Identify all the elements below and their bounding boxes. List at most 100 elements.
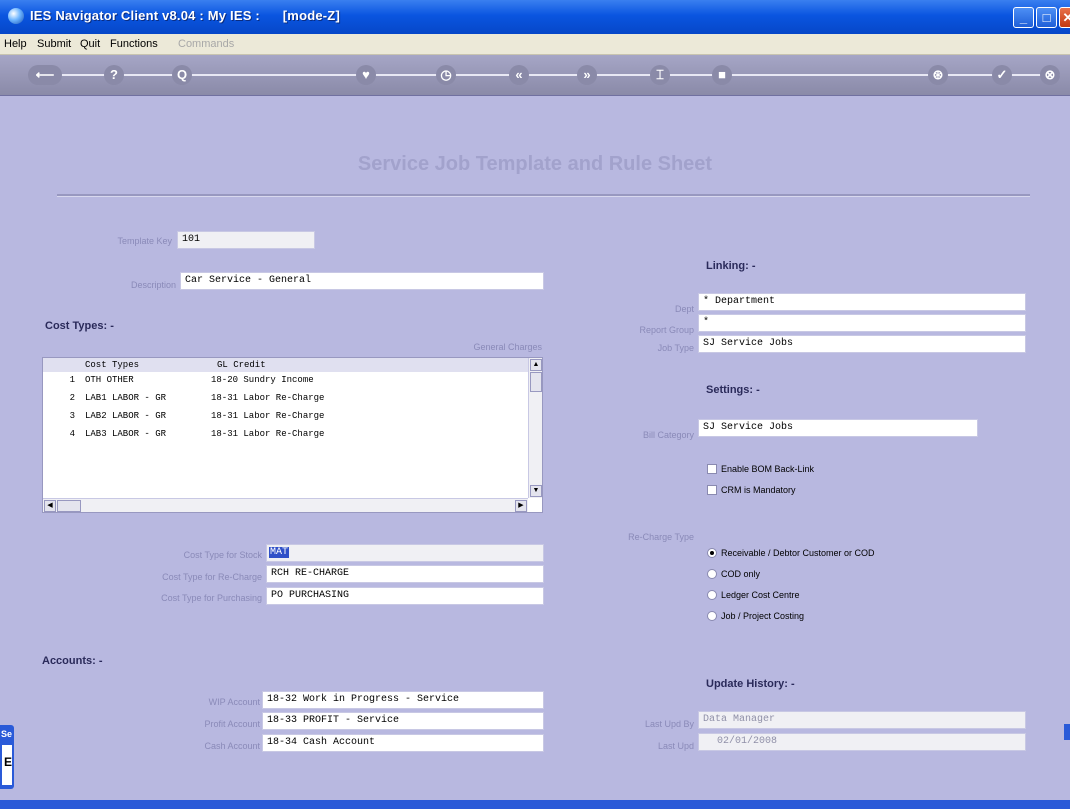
cost-types-grid[interactable]: Cost Types GL Credit 1 OTH OTHER 18-20 S… bbox=[42, 357, 543, 513]
profit-account-label: Profit Account bbox=[204, 719, 260, 729]
app-icon bbox=[8, 8, 24, 24]
report-group-field[interactable]: * bbox=[698, 314, 1026, 332]
scroll-thumb[interactable] bbox=[530, 372, 542, 392]
scroll-left-icon[interactable]: ◀ bbox=[44, 500, 56, 512]
linking-heading: Linking: - bbox=[706, 260, 756, 272]
recharge-type-label: Re-Charge Type bbox=[628, 532, 694, 542]
last-upd-label: Last Upd bbox=[657, 741, 694, 751]
help-icon[interactable]: ? bbox=[104, 65, 124, 85]
menu-quit[interactable]: Quit bbox=[80, 38, 100, 50]
stock-cost-type-value: MAT bbox=[269, 547, 290, 558]
text-cursor-icon[interactable]: ⌶ bbox=[650, 65, 670, 85]
last-upd-by-label: Last Upd By bbox=[644, 719, 694, 729]
cost-type-cell[interactable]: LAB3 LABOR - GR bbox=[85, 429, 166, 439]
scroll-right-icon[interactable]: ▶ bbox=[515, 500, 527, 512]
app-window: IES Navigator Client v8.04 : My IES : [m… bbox=[0, 0, 1070, 809]
gl-credit-cell[interactable]: 18-31 Labor Re-Charge bbox=[211, 411, 324, 421]
column-header-gl-credit: GL Credit bbox=[217, 360, 266, 370]
recharge-job-radio[interactable] bbox=[707, 611, 717, 621]
back-icon[interactable]: ⟵ bbox=[28, 65, 62, 85]
confirm-icon[interactable]: ✓ bbox=[992, 65, 1012, 85]
stock-cost-type-label: Cost Type for Stock bbox=[183, 550, 262, 560]
description-label: Description bbox=[130, 280, 176, 290]
purchasing-cost-type-field[interactable]: PO PURCHASING bbox=[266, 587, 544, 605]
toolbar: ⟵ ? Q ♥ ◷ « » ⌶ ■ ⊛ ✓ ⊗ bbox=[0, 55, 1070, 96]
side-task-tab-label: Se bbox=[1, 729, 13, 739]
title-bar[interactable]: IES Navigator Client v8.04 : My IES : [m… bbox=[0, 0, 1070, 34]
horizontal-scrollbar[interactable]: ◀ ▶ bbox=[43, 498, 528, 512]
grid-header: Cost Types GL Credit bbox=[43, 358, 528, 372]
wip-account-field[interactable]: 18-32 Work in Progress - Service bbox=[262, 691, 544, 709]
gl-credit-cell[interactable]: 18-31 Labor Re-Charge bbox=[211, 429, 324, 439]
stock-cost-type-field[interactable]: MAT bbox=[266, 544, 544, 562]
menu-help[interactable]: Help bbox=[4, 38, 27, 50]
cost-type-cell[interactable]: LAB1 LABOR - GR bbox=[85, 393, 166, 403]
title-divider bbox=[57, 194, 1030, 197]
update-history-heading: Update History: - bbox=[706, 678, 795, 690]
next-icon[interactable]: » bbox=[577, 65, 597, 85]
enable-bom-checkbox[interactable] bbox=[707, 464, 717, 474]
table-row[interactable]: 3 LAB2 LABOR - GR 18-31 Labor Re-Charge bbox=[43, 408, 528, 426]
right-edge-tab[interactable] bbox=[1064, 724, 1070, 740]
cancel-icon[interactable]: ⊗ bbox=[1040, 65, 1060, 85]
favorite-icon[interactable]: ♥ bbox=[356, 65, 376, 85]
gl-credit-cell[interactable]: 18-20 Sundry Income bbox=[211, 375, 314, 385]
scroll-up-icon[interactable]: ▲ bbox=[530, 359, 542, 371]
dept-field[interactable]: * Department bbox=[698, 293, 1026, 311]
history-icon[interactable]: ◷ bbox=[436, 65, 456, 85]
row-number: 4 bbox=[69, 429, 75, 439]
page-title: Service Job Template and Rule Sheet bbox=[357, 153, 713, 175]
gl-credit-cell[interactable]: 18-31 Labor Re-Charge bbox=[211, 393, 324, 403]
wip-account-label: WIP Account bbox=[208, 697, 260, 707]
template-key-label: Template Key bbox=[117, 236, 172, 246]
profit-account-field[interactable]: 18-33 PROFIT - Service bbox=[262, 712, 544, 730]
recharge-receivable-label: Receivable / Debtor Customer or COD bbox=[721, 548, 875, 558]
stop-icon[interactable]: ■ bbox=[712, 65, 732, 85]
menu-bar: Help Submit Quit Functions Commands bbox=[0, 34, 1070, 55]
row-number: 1 bbox=[69, 375, 75, 385]
column-header-cost-types: Cost Types bbox=[85, 360, 140, 370]
recharge-cod-label: COD only bbox=[721, 569, 761, 579]
vertical-scrollbar[interactable]: ▲ ▼ bbox=[528, 358, 542, 498]
scroll-thumb[interactable] bbox=[57, 500, 81, 512]
table-row[interactable]: 1 OTH OTHER 18-20 Sundry Income bbox=[43, 372, 528, 390]
cost-type-cell[interactable]: LAB2 LABOR - GR bbox=[85, 411, 166, 421]
window-title: IES Navigator Client v8.04 : My IES : [m… bbox=[30, 8, 340, 23]
recharge-job-label: Job / Project Costing bbox=[721, 611, 805, 621]
crm-mandatory-label: CRM is Mandatory bbox=[721, 485, 796, 495]
recharge-ledger-radio[interactable] bbox=[707, 590, 717, 600]
close-button[interactable]: ✕ bbox=[1059, 7, 1070, 28]
menu-functions[interactable]: Functions bbox=[110, 38, 158, 50]
minimize-button[interactable]: _ bbox=[1013, 7, 1034, 28]
search-icon[interactable]: Q bbox=[172, 65, 192, 85]
recharge-cost-type-label: Cost Type for Re-Charge bbox=[162, 572, 262, 582]
table-row[interactable]: 2 LAB1 LABOR - GR 18-31 Labor Re-Charge bbox=[43, 390, 528, 408]
side-task-tab[interactable]: Se E bbox=[0, 725, 14, 789]
job-type-label: Job Type bbox=[657, 343, 694, 353]
settings-heading: Settings: - bbox=[706, 384, 760, 396]
dept-label: Dept bbox=[674, 304, 694, 314]
menu-commands: Commands bbox=[178, 38, 235, 50]
cost-type-cell[interactable]: OTH OTHER bbox=[85, 375, 134, 385]
menu-submit[interactable]: Submit bbox=[37, 38, 71, 50]
description-field[interactable]: Car Service - General bbox=[180, 272, 544, 290]
recharge-receivable-radio[interactable] bbox=[707, 548, 717, 558]
table-row[interactable]: 4 LAB3 LABOR - GR 18-31 Labor Re-Charge bbox=[43, 426, 528, 444]
bill-category-label: Bill Category bbox=[642, 430, 694, 440]
settings-icon[interactable]: ⊛ bbox=[928, 65, 948, 85]
recharge-cod-radio[interactable] bbox=[707, 569, 717, 579]
maximize-button[interactable]: □ bbox=[1036, 7, 1057, 28]
scroll-down-icon[interactable]: ▼ bbox=[530, 485, 542, 497]
template-key-field[interactable]: 101 bbox=[177, 231, 315, 249]
bill-category-field[interactable]: SJ Service Jobs bbox=[698, 419, 978, 437]
job-type-field[interactable]: SJ Service Jobs bbox=[698, 335, 1026, 353]
general-charges-label: General Charges bbox=[473, 342, 542, 352]
previous-icon[interactable]: « bbox=[509, 65, 529, 85]
row-number: 3 bbox=[69, 411, 75, 421]
cash-account-label: Cash Account bbox=[204, 741, 260, 751]
recharge-cost-type-field[interactable]: RCH RE-CHARGE bbox=[266, 565, 544, 583]
crm-mandatory-checkbox[interactable] bbox=[707, 485, 717, 495]
side-task-char: E bbox=[4, 755, 13, 769]
cash-account-field[interactable]: 18-34 Cash Account bbox=[262, 734, 544, 752]
purchasing-cost-type-label: Cost Type for Purchasing bbox=[161, 593, 262, 603]
